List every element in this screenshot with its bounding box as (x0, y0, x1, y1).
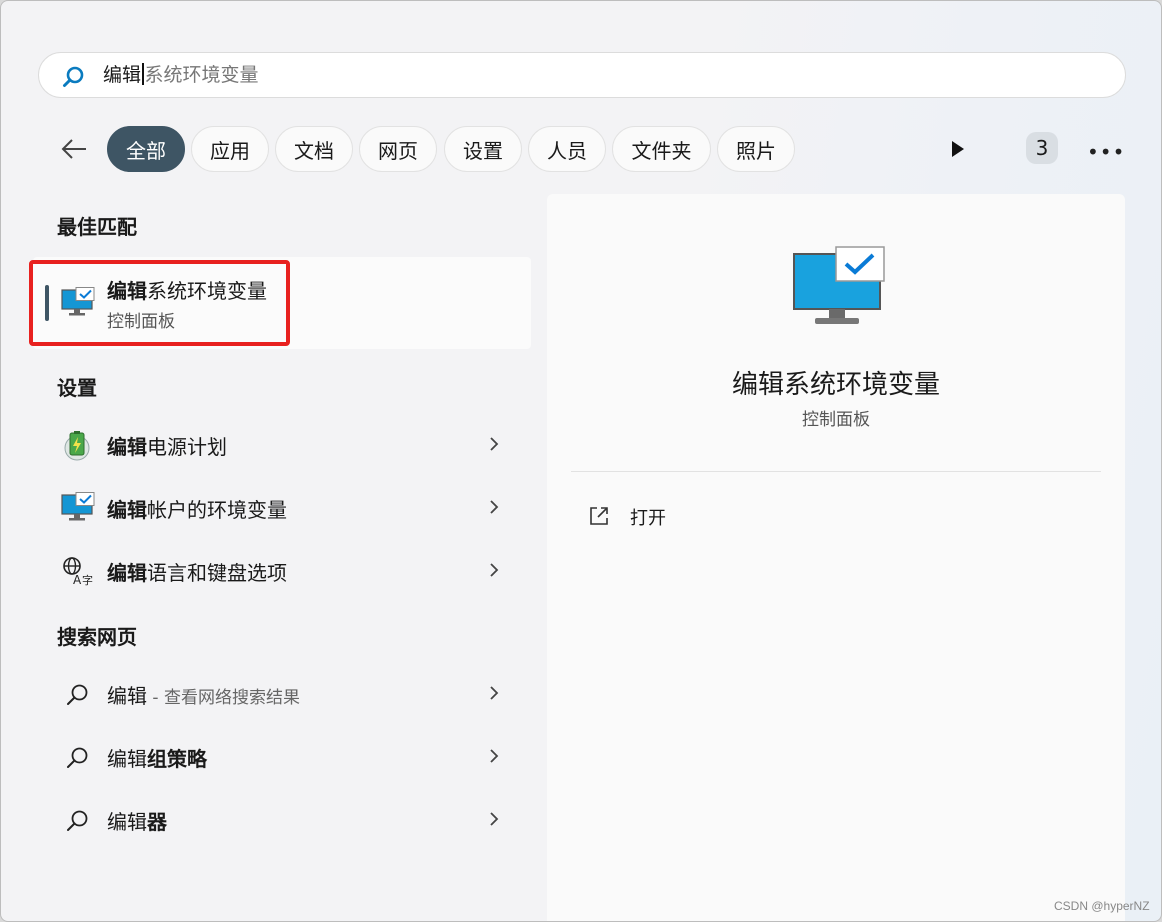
web-item-label-text: 编辑 (107, 747, 147, 771)
section-best-match: 最佳匹配 (57, 215, 137, 239)
chevron-right-icon (489, 684, 499, 706)
play-icon[interactable] (951, 141, 965, 161)
search-panel: 编辑 系统环境变量 全部 应用 文档 网页 设置 人员 文件夹 照片 3 ••• … (0, 0, 1162, 922)
detail-subtitle: 控制面板 (802, 410, 870, 430)
web-item-label: 编辑组策略 (107, 743, 207, 772)
tab-people[interactable]: 人员 (528, 126, 606, 172)
settings-item-power-plan[interactable]: 编辑电源计划 (57, 419, 527, 471)
best-match-item[interactable]: 编辑系统环境变量 控制面板 (33, 257, 531, 349)
system-properties-icon (61, 287, 95, 321)
settings-item-label-rest: 帐户的环境变量 (147, 498, 287, 522)
settings-item-label-rest: 语言和键盘选项 (147, 561, 287, 585)
tab-documents[interactable]: 文档 (275, 126, 353, 172)
section-settings: 设置 (57, 376, 97, 400)
section-search-web: 搜索网页 (57, 625, 137, 649)
chevron-right-icon (489, 435, 499, 457)
svg-text:字: 字 (82, 573, 93, 587)
tab-apps[interactable]: 应用 (191, 126, 269, 172)
search-typed-text: 编辑 (103, 64, 142, 86)
search-input[interactable]: 编辑 系统环境变量 (103, 62, 259, 88)
tab-all-label: 全部 (126, 138, 166, 163)
chevron-right-icon (489, 561, 499, 583)
search-icon (65, 745, 91, 775)
tab-web-label: 网页 (378, 138, 418, 163)
language-icon: A字 (61, 555, 93, 591)
more-options-icon[interactable]: ••• (1087, 140, 1125, 164)
search-suggestion-text: 系统环境变量 (144, 64, 259, 86)
watermark: CSDN @hyperNZ (1054, 899, 1150, 913)
settings-item-label-bold: 编辑 (107, 561, 147, 585)
chevron-right-icon (489, 498, 499, 520)
settings-item-label-bold: 编辑 (107, 435, 147, 459)
search-box[interactable]: 编辑 系统环境变量 (38, 52, 1126, 98)
count-badge-label: 3 (1035, 136, 1049, 160)
count-badge[interactable]: 3 (1026, 132, 1058, 164)
web-item-group-policy[interactable]: 编辑组策略 (57, 731, 527, 783)
tab-settings[interactable]: 设置 (444, 126, 522, 172)
svg-text:A: A (73, 573, 82, 587)
best-match-title-rest: 系统环境变量 (147, 279, 267, 303)
settings-item-language-keyboard[interactable]: A字 编辑语言和键盘选项 (57, 545, 527, 597)
settings-item-label-bold: 编辑 (107, 498, 147, 522)
best-match-title-bold: 编辑 (107, 279, 147, 303)
power-plan-icon (61, 429, 93, 465)
system-properties-icon (793, 246, 885, 332)
tab-people-label: 人员 (547, 138, 587, 163)
open-external-icon[interactable] (588, 505, 610, 531)
web-item-label-text: 编辑 (107, 684, 147, 708)
settings-item-account-env[interactable]: 编辑帐户的环境变量 (57, 482, 527, 534)
web-item-label: 编辑器 (107, 806, 167, 835)
tab-folders[interactable]: 文件夹 (612, 126, 711, 172)
tab-documents-label: 文档 (294, 138, 334, 163)
detail-title: 编辑系统环境变量 (731, 370, 940, 400)
web-item-label: 编辑 - 查看网络搜索结果 (107, 680, 300, 709)
chevron-right-icon (489, 747, 499, 769)
search-icon (65, 808, 91, 838)
tab-all[interactable]: 全部 (107, 126, 185, 172)
divider (571, 471, 1101, 472)
open-action[interactable]: 打开 (630, 504, 666, 530)
web-item-label-suffix: - 查看网络搜索结果 (147, 688, 300, 708)
system-properties-icon (61, 492, 95, 526)
tab-web[interactable]: 网页 (359, 126, 437, 172)
web-item-label-text: 编辑 (107, 810, 147, 834)
web-item-editor[interactable]: 编辑器 (57, 794, 527, 846)
best-match-subtitle: 控制面板 (107, 312, 175, 332)
best-match-title: 编辑系统环境变量 (107, 275, 267, 304)
tab-folders-label: 文件夹 (631, 138, 692, 163)
back-arrow-icon[interactable] (59, 134, 89, 164)
search-icon (62, 65, 86, 93)
tab-apps-label: 应用 (210, 138, 250, 163)
chevron-right-icon (489, 810, 499, 832)
tab-settings-label: 设置 (463, 138, 503, 163)
settings-item-label: 编辑语言和键盘选项 (107, 557, 287, 586)
detail-pane: 编辑系统环境变量 控制面板 打开 (547, 194, 1125, 921)
web-item-search-results[interactable]: 编辑 - 查看网络搜索结果 (57, 668, 527, 720)
text-caret (142, 63, 144, 85)
web-item-label-bold: 器 (147, 810, 167, 834)
settings-item-label: 编辑电源计划 (107, 431, 227, 460)
tab-photos[interactable]: 照片 (717, 126, 795, 172)
tab-photos-label: 照片 (736, 138, 776, 163)
selection-indicator (45, 285, 49, 321)
web-item-label-bold: 组策略 (147, 747, 207, 771)
settings-item-label: 编辑帐户的环境变量 (107, 494, 287, 523)
settings-item-label-rest: 电源计划 (147, 435, 227, 459)
search-icon (65, 682, 91, 712)
